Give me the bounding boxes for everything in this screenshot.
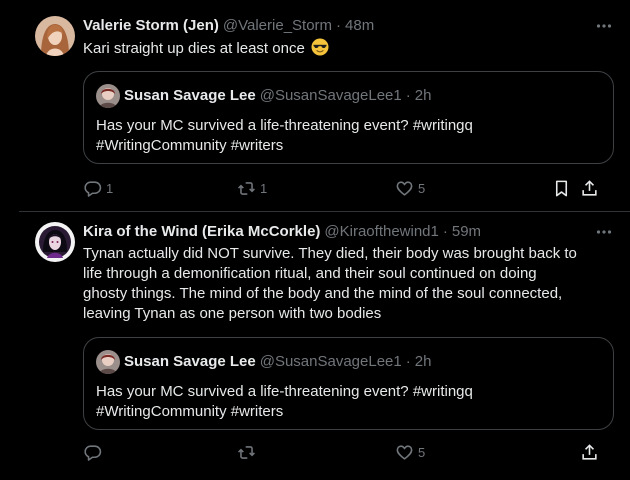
quoted-text-line: #WritingCommunity #writers bbox=[96, 137, 284, 154]
quoted-tweet-header: Susan Savage Lee @SusanSavageLee1 · 2h bbox=[96, 350, 601, 374]
tweet-header: Valerie Storm (Jen) @Valerie_Storm · 48m bbox=[83, 16, 614, 36]
quoted-separator: · bbox=[405, 87, 411, 104]
quoted-avatar bbox=[96, 350, 120, 374]
like-button[interactable]: 5 bbox=[395, 443, 425, 462]
timeline-feed: Valerie Storm (Jen) @Valerie_Storm · 48m… bbox=[0, 0, 630, 480]
timestamp[interactable]: 48m bbox=[345, 16, 374, 36]
more-horizontal-icon bbox=[596, 230, 612, 234]
like-count: 5 bbox=[418, 445, 426, 460]
tweet-body: Kira of the Wind (Erika McCorkle) @Kirao… bbox=[83, 222, 614, 478]
quoted-text-line: Has your MC survived a life-threatening … bbox=[96, 383, 473, 400]
quoted-timestamp: 2h bbox=[414, 87, 432, 104]
quoted-tweet[interactable]: Susan Savage Lee @SusanSavageLee1 · 2h H… bbox=[83, 71, 614, 164]
tweet-text-line: ghosty things. The mind of the body and … bbox=[83, 285, 563, 302]
tweet-body: Valerie Storm (Jen) @Valerie_Storm · 48m… bbox=[83, 16, 614, 212]
heart-icon bbox=[396, 181, 413, 196]
like-count: 5 bbox=[418, 181, 426, 196]
tweet[interactable]: Kira of the Wind (Erika McCorkle) @Kirao… bbox=[19, 212, 630, 480]
reply-button[interactable]: 1 bbox=[83, 179, 113, 198]
tweet-text: Tynan actually did NOT survive. They die… bbox=[83, 244, 614, 324]
tweet-text-line: life through a demonification ritual, an… bbox=[83, 265, 537, 282]
more-horizontal-icon bbox=[596, 24, 612, 28]
quoted-tweet[interactable]: Susan Savage Lee @SusanSavageLee1 · 2h H… bbox=[83, 337, 614, 430]
bookmark-button[interactable] bbox=[552, 179, 571, 198]
tweet-text-line: Tynan actually did NOT survive. They die… bbox=[83, 245, 577, 262]
share-icon bbox=[582, 180, 597, 196]
quoted-avatar bbox=[96, 84, 120, 108]
reply-icon bbox=[84, 445, 102, 461]
separator: · bbox=[336, 17, 342, 34]
reply-count: 1 bbox=[106, 181, 114, 196]
retweet-icon bbox=[238, 182, 255, 195]
tweet-actions: 5 bbox=[83, 443, 614, 463]
tweet[interactable]: Valerie Storm (Jen) @Valerie_Storm · 48m… bbox=[19, 0, 630, 212]
display-name[interactable]: Kira of the Wind (Erika McCorkle) bbox=[83, 222, 320, 242]
sunglasses-emoji-icon bbox=[311, 38, 329, 56]
avatar[interactable] bbox=[35, 16, 75, 56]
quoted-tweet-header: Susan Savage Lee @SusanSavageLee1 · 2h bbox=[96, 84, 601, 108]
share-icon bbox=[582, 444, 597, 460]
avatar[interactable] bbox=[35, 222, 75, 262]
quoted-text-line: #WritingCommunity #writers bbox=[96, 403, 284, 420]
quoted-separator: · bbox=[405, 353, 411, 370]
quoted-display-name: Susan Savage Lee bbox=[124, 353, 256, 370]
quoted-tweet-text: Has your MC survived a life-threatening … bbox=[96, 116, 601, 156]
display-name[interactable]: Valerie Storm (Jen) bbox=[83, 16, 219, 36]
bookmark-icon bbox=[555, 180, 568, 197]
reply-button[interactable] bbox=[83, 443, 102, 462]
tweet-text-content: Kari straight up dies at least once bbox=[83, 40, 305, 57]
quoted-timestamp: 2h bbox=[414, 353, 432, 370]
tweet-text: Kari straight up dies at least once bbox=[83, 38, 614, 59]
retweet-button[interactable]: 1 bbox=[237, 179, 267, 198]
quoted-text-line: Has your MC survived a life-threatening … bbox=[96, 117, 473, 134]
heart-icon bbox=[396, 445, 413, 460]
quoted-handle: @SusanSavageLee1 bbox=[259, 353, 402, 370]
tweet-actions: 1 1 5 bbox=[83, 179, 614, 199]
share-button[interactable] bbox=[580, 443, 599, 462]
retweet-button[interactable] bbox=[237, 443, 256, 462]
quoted-display-name: Susan Savage Lee bbox=[124, 87, 256, 104]
tweet-header: Kira of the Wind (Erika McCorkle) @Kirao… bbox=[83, 222, 614, 242]
more-options-button[interactable] bbox=[594, 16, 614, 36]
timestamp[interactable]: 59m bbox=[452, 222, 481, 242]
reply-icon bbox=[84, 181, 102, 197]
separator: · bbox=[442, 223, 448, 240]
quoted-tweet-text: Has your MC survived a life-threatening … bbox=[96, 382, 601, 422]
quoted-handle: @SusanSavageLee1 bbox=[259, 87, 402, 104]
share-button[interactable] bbox=[580, 179, 599, 198]
retweet-count: 1 bbox=[260, 181, 268, 196]
retweet-icon bbox=[238, 446, 255, 459]
handle[interactable]: @Valerie_Storm bbox=[223, 16, 332, 36]
handle[interactable]: @Kiraofthewind1 bbox=[324, 222, 438, 242]
tweet-text-line: leaving Tynan as one person with two bod… bbox=[83, 305, 382, 322]
like-button[interactable]: 5 bbox=[395, 179, 425, 198]
more-options-button[interactable] bbox=[594, 222, 614, 242]
